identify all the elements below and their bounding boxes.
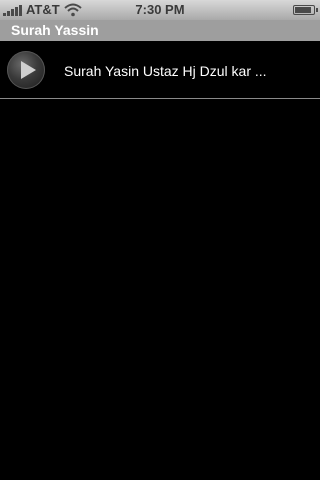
battery-icon [293,5,318,15]
clock: 7:30 PM [135,2,185,17]
page-title: Surah Yassin [11,22,99,38]
status-bar: AT&T 7:30 PM [0,0,320,20]
play-icon [21,61,36,79]
battery-level [295,7,312,13]
play-button[interactable] [7,51,45,89]
title-bar: Surah Yassin [0,20,320,41]
list-item[interactable]: Surah Yasin Ustaz Hj Dzul kar ... [0,41,320,99]
battery-tip [316,8,318,12]
list-item-title: Surah Yasin Ustaz Hj Dzul kar ... [64,63,267,79]
screen: AT&T 7:30 PM Surah Yassin Surah Yasin Us… [0,0,320,480]
